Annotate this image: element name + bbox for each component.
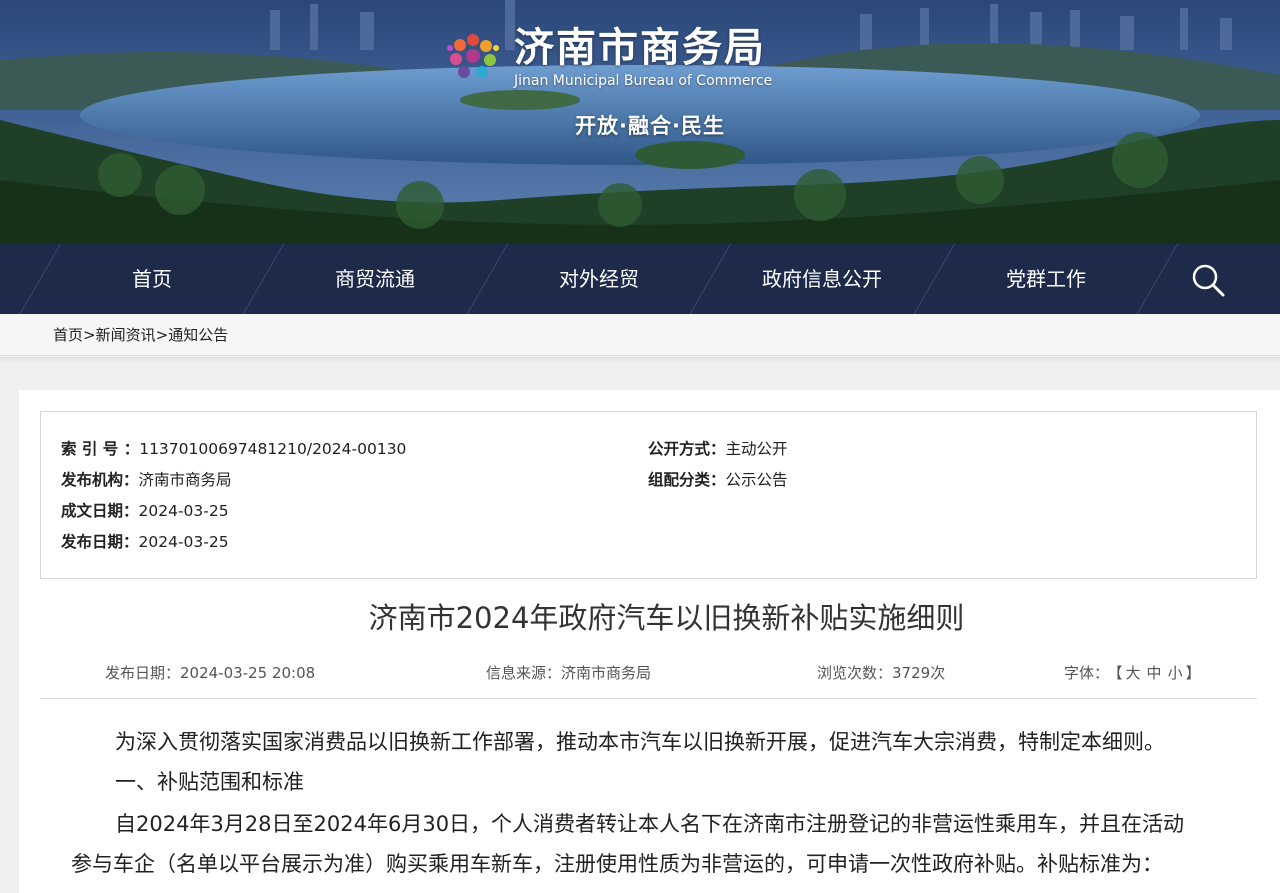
font-size-control: 字体： 【大中小】 (1064, 662, 1201, 683)
breadcrumb-separator: > (83, 326, 96, 344)
meta-value: 11370100697481210/2024-00130 (139, 440, 407, 458)
site-subtitle: Jinan Municipal Bureau of Commerce (514, 73, 773, 89)
nav-item-gov-info[interactable]: 政府信息公开 (722, 244, 922, 314)
info-value: 3729次 (892, 664, 946, 682)
breadcrumb-notices[interactable]: 通知公告 (168, 326, 228, 344)
meta-label: 发布日期： (61, 533, 139, 551)
font-large-button[interactable]: 大 (1126, 664, 1141, 682)
article-paragraph: 自2024年3月28日至2024年6月30日，个人消费者转让本人名下在济南市注册… (115, 812, 1185, 836)
meta-publish-date: 发布日期：2024-03-25 (61, 530, 229, 552)
info-label: 浏览次数： (817, 664, 893, 682)
meta-index: 索 引 号 ：11370100697481210/2024-00130 (61, 437, 406, 459)
breadcrumb-separator: > (155, 326, 169, 344)
font-medium-button[interactable]: 中 (1147, 664, 1162, 682)
meta-category: 组配分类：公示公告 (648, 468, 788, 490)
slogan: 开放·融合·民生 (575, 114, 725, 138)
meta-value: 公示公告 (725, 471, 788, 489)
meta-written-date: 成文日期：2024-03-25 (61, 499, 229, 521)
info-label: 信息来源： (486, 664, 562, 682)
article-paragraph: 参与车企（名单以平台展示为准）购买乘用车新车，注册使用性质为非营运的，可申请一次… (71, 852, 1163, 876)
meta-value: 主动公开 (725, 440, 788, 458)
meta-label: 组配分类： (648, 471, 726, 489)
section-heading: 一、补贴范围和标准 (115, 770, 304, 794)
article-paragraph: 为深入贯彻落实国家消费品以旧换新工作部署，推动本市汽车以旧换新开展，促进汽车大宗… (115, 730, 1165, 754)
header-banner: 济南市商务局 Jinan Municipal Bureau of Commerc… (0, 0, 1280, 244)
views-info: 浏览次数：3729次 (817, 662, 945, 683)
bracket: 【 (1115, 664, 1123, 682)
site-logo[interactable]: 济南市商务局 Jinan Municipal Bureau of Commerc… (440, 24, 800, 94)
nav-item-party-work[interactable]: 党群工作 (946, 244, 1146, 314)
meta-label: 成文日期： (61, 502, 139, 520)
font-small-button[interactable]: 小 (1168, 664, 1183, 682)
metadata-box: 索 引 号 ：11370100697481210/2024-00130 发布机构… (40, 411, 1257, 579)
meta-disclosure: 公开方式：主动公开 (648, 437, 788, 459)
site-title: 济南市商务局 (514, 25, 766, 71)
meta-value: 2024-03-25 (138, 533, 229, 551)
flower-logo-icon (447, 34, 499, 78)
info-value: 济南市商务局 (561, 664, 652, 682)
nav-item-trade-circulation[interactable]: 商贸流通 (275, 244, 475, 314)
breadcrumb: 首页>新闻资讯>通知公告 (53, 314, 228, 356)
meta-org: 发布机构：济南市商务局 (61, 468, 232, 490)
info-value: 2024-03-25 20:08 (180, 664, 316, 682)
breadcrumb-news[interactable]: 新闻资讯 (96, 326, 156, 344)
meta-label: 公开方式： (648, 440, 726, 458)
bracket: 】 (1185, 664, 1201, 682)
meta-value: 2024-03-25 (138, 502, 229, 520)
source-info: 信息来源：济南市商务局 (486, 662, 651, 683)
meta-value: 济南市商务局 (138, 471, 232, 489)
meta-label: 发布机构： (61, 471, 139, 489)
article-container: 索 引 号 ：11370100697481210/2024-00130 发布机构… (19, 390, 1280, 893)
publish-date-info: 发布日期：2024-03-25 20:08 (105, 662, 315, 683)
divider (40, 698, 1257, 699)
nav-item-home[interactable]: 首页 (52, 244, 252, 314)
search-icon[interactable] (1190, 262, 1226, 298)
info-label: 字体： (1064, 664, 1110, 682)
article-title: 济南市2024年政府汽车以旧换新补贴实施细则 (368, 601, 965, 635)
divider (0, 357, 1280, 363)
nav-item-foreign-trade[interactable]: 对外经贸 (499, 244, 699, 314)
main-nav: 首页 商贸流通 对外经贸 政府信息公开 党群工作 (0, 244, 1280, 314)
meta-label: 索 引 号 ： (61, 440, 140, 458)
breadcrumb-bar: 首页>新闻资讯>通知公告 (0, 314, 1280, 356)
info-label: 发布日期： (105, 664, 181, 682)
breadcrumb-home[interactable]: 首页 (53, 326, 83, 344)
